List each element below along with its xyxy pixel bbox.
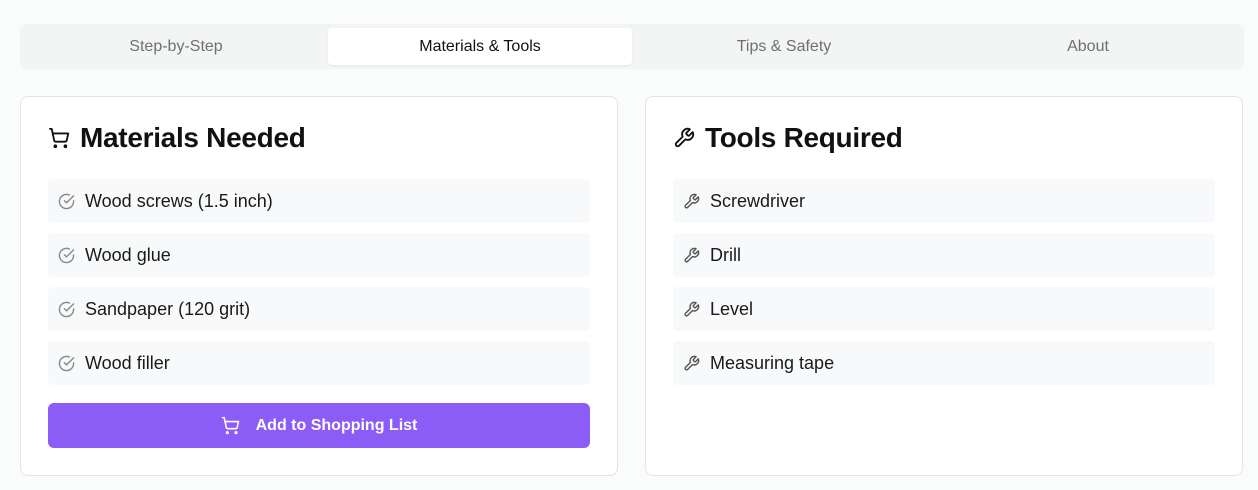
material-item: Wood filler [48, 341, 590, 385]
tools-card: Tools Required Screwdriver Drill Level M… [645, 96, 1243, 476]
tool-item: Drill [673, 233, 1215, 277]
cart-icon [48, 127, 70, 149]
tools-header: Tools Required [673, 121, 903, 155]
check-circle-icon [58, 355, 75, 372]
material-item-label: Wood glue [85, 244, 171, 265]
tools-title: Tools Required [705, 122, 903, 153]
tab-tips-safety[interactable]: Tips & Safety [632, 28, 936, 65]
tool-item: Measuring tape [673, 341, 1215, 385]
materials-card: Materials Needed Wood screws (1.5 inch) … [20, 96, 618, 476]
tool-item-label: Measuring tape [710, 352, 835, 373]
tab-bar: Step-by-Step Materials & Tools Tips & Sa… [20, 24, 1244, 69]
cart-icon [221, 416, 240, 435]
check-circle-icon [58, 193, 75, 210]
material-item-label: Wood filler [85, 352, 170, 373]
material-item: Wood glue [48, 233, 590, 277]
tab-about[interactable]: About [936, 28, 1240, 65]
wrench-icon [683, 355, 700, 372]
materials-title: Materials Needed [80, 122, 306, 153]
wrench-icon [673, 127, 695, 149]
material-item-label: Sandpaper (120 grit) [85, 298, 251, 319]
tool-item: Level [673, 287, 1215, 331]
wrench-icon [683, 193, 700, 210]
tool-item-label: Drill [710, 244, 741, 265]
wrench-icon [683, 247, 700, 264]
materials-list: Wood screws (1.5 inch) Wood glue Sandpap… [48, 179, 590, 395]
tool-item-label: Level [710, 298, 754, 319]
tab-step-by-step[interactable]: Step-by-Step [24, 28, 328, 65]
material-item-label: Wood screws (1.5 inch) [85, 190, 273, 211]
material-item: Sandpaper (120 grit) [48, 287, 590, 331]
materials-header: Materials Needed [48, 121, 306, 155]
tools-list: Screwdriver Drill Level Measuring tape [673, 179, 1215, 395]
add-to-shopping-list-button[interactable]: Add to Shopping List [48, 403, 590, 448]
check-circle-icon [58, 301, 75, 318]
check-circle-icon [58, 247, 75, 264]
material-item: Wood screws (1.5 inch) [48, 179, 590, 223]
tool-item: Screwdriver [673, 179, 1215, 223]
wrench-icon [683, 301, 700, 318]
tool-item-label: Screwdriver [710, 190, 806, 211]
add-to-shopping-list-label: Add to Shopping List [255, 416, 418, 434]
tab-materials-tools[interactable]: Materials & Tools [328, 28, 632, 65]
